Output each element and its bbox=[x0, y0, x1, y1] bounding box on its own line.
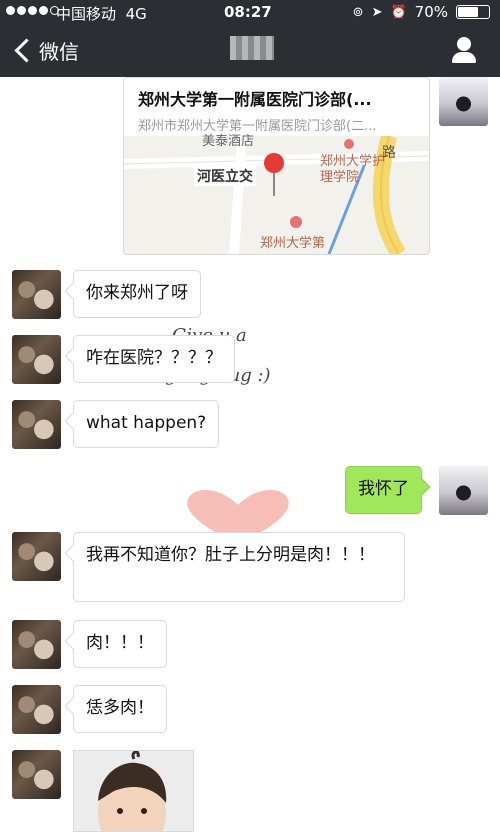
map-label-nursing-school: 郑州大学护理学院 bbox=[320, 154, 386, 185]
map-label-interchange: 河医立交 bbox=[194, 166, 256, 186]
friend-avatar[interactable] bbox=[12, 685, 61, 734]
message-bubble[interactable]: 我再不知道你？肚子上分明是肉！！！ bbox=[73, 532, 405, 602]
map-preview: 美泰酒店 河医立交 郑州大学护理学院 路 郑州大学第 bbox=[124, 134, 429, 254]
friend-avatar[interactable] bbox=[12, 400, 61, 449]
person-icon bbox=[457, 37, 471, 51]
location-arrow-icon: ➤ bbox=[371, 4, 383, 20]
status-right-group: ⊚ ➤ ⏰ 70% bbox=[353, 3, 490, 21]
contact-name-blurred bbox=[230, 36, 274, 60]
my-message-bubble[interactable]: 我怀了 bbox=[345, 466, 422, 514]
message-bubble[interactable]: 你来郑州了呀 bbox=[73, 270, 201, 318]
location-message[interactable]: 郑州大学第一附属医院门诊部(... 郑州市郑州大学第一附属医院门诊部(二... … bbox=[123, 77, 430, 255]
status-bar: 中国移动 4G 08:27 ⊚ ➤ ⏰ 70% bbox=[0, 0, 500, 26]
map-label-hotel: 美泰酒店 bbox=[202, 134, 255, 149]
child-photo-icon bbox=[74, 751, 193, 831]
top-bar: 中国移动 4G 08:27 ⊚ ➤ ⏰ 70% 微信 bbox=[0, 0, 500, 77]
rotation-lock-icon: ⊚ bbox=[352, 4, 364, 20]
image-message[interactable] bbox=[73, 750, 194, 832]
message-bubble[interactable]: 咋在医院？？？？ bbox=[73, 335, 235, 383]
friend-avatar[interactable] bbox=[12, 750, 61, 799]
alarm-icon: ⏰ bbox=[390, 4, 407, 20]
friend-avatar[interactable] bbox=[12, 532, 61, 581]
location-address: 郑州市郑州大学第一附属医院门诊部(二... bbox=[138, 119, 377, 134]
location-title: 郑州大学第一附属医院门诊部(... bbox=[138, 90, 372, 109]
status-time: 08:27 bbox=[224, 3, 272, 21]
friend-avatar[interactable] bbox=[12, 335, 61, 384]
my-avatar[interactable] bbox=[439, 77, 488, 126]
my-avatar[interactable] bbox=[439, 466, 488, 515]
map-label-road: 路 bbox=[382, 145, 396, 161]
battery-icon bbox=[456, 5, 490, 19]
back-button[interactable]: 微信 bbox=[12, 34, 79, 66]
message-bubble[interactable]: what happen? bbox=[73, 400, 220, 448]
battery-percent: 70% bbox=[414, 3, 448, 21]
chat-info-button[interactable] bbox=[450, 36, 478, 64]
friend-avatar[interactable] bbox=[12, 620, 61, 669]
back-label: 微信 bbox=[39, 39, 79, 64]
chevron-left-icon bbox=[14, 37, 39, 63]
map-label-hospital: 郑州大学第 bbox=[260, 236, 326, 251]
network-type: 4G bbox=[125, 5, 147, 23]
friend-avatar[interactable] bbox=[12, 270, 61, 319]
message-bubble[interactable]: 肉！！！ bbox=[73, 620, 167, 668]
carrier-name: 中国移动 4G bbox=[56, 5, 147, 23]
message-bubble[interactable]: 恁多肉！ bbox=[73, 685, 167, 733]
signal-strength-icon bbox=[6, 6, 59, 15]
